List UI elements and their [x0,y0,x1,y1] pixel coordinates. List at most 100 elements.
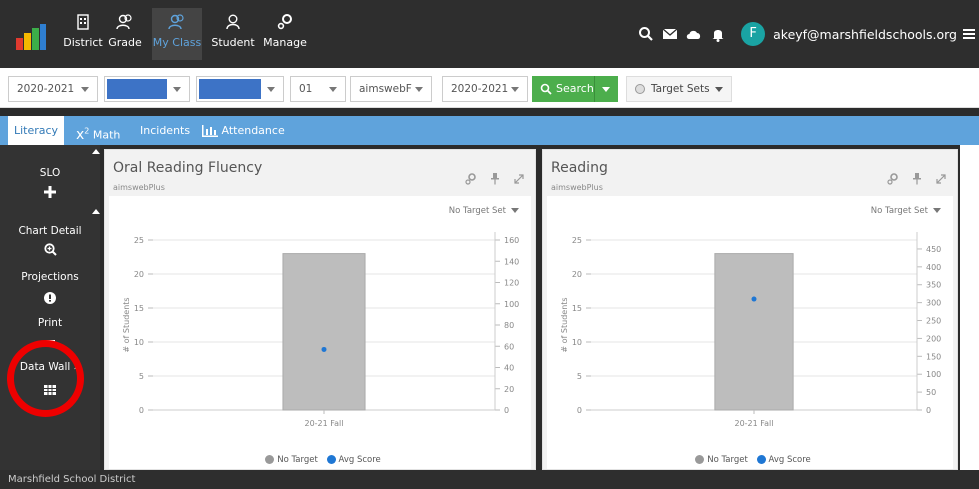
legend-avg-score[interactable]: Avg Score [769,455,811,465]
collapse-arrow-icon[interactable] [92,209,100,214]
rail-chart-detail-label[interactable]: Chart Detail [0,225,100,237]
tab-attendance-label: Attendance [221,124,285,137]
y2-tick-label: 160 [504,236,519,245]
header-right: F akeyf@marshfieldschools.org [631,0,975,68]
app-logo-icon [16,24,46,50]
grade-value: 01 [299,83,313,95]
y2-tick-label: 150 [926,352,941,361]
expand-icon[interactable] [935,173,947,185]
nav-district-label: District [63,36,103,49]
y2-tick-label: 40 [504,364,514,373]
redacted-value [107,79,167,99]
y2-tick-label: 0 [926,406,931,415]
chart-legend: No Target Avg Score [109,455,531,465]
target-sets-button[interactable]: Target Sets [626,76,732,102]
assessment-value: aimswebF [359,83,412,95]
y-tick-label: 10 [572,338,582,347]
y-tick-label: 5 [577,372,582,381]
settings-icon[interactable] [887,173,899,185]
nav-my-class-label: My Class [152,36,202,49]
y-tick-label: 20 [134,270,144,279]
rail-projections-label[interactable]: Projections [0,271,100,283]
point-avg-score [321,346,327,352]
bar-no-target [714,253,794,411]
chevron-down-icon [415,87,423,92]
nav-grade[interactable]: Grade [108,8,142,60]
cloud-icon[interactable] [685,25,703,43]
nav-student[interactable]: Student [210,8,256,60]
chevron-down-icon [173,87,181,92]
tab-incidents[interactable]: Incidents [140,116,190,145]
app-root: District Grade My Class Student Manage F… [0,0,979,489]
y-tick-label: 20 [572,270,582,279]
chart-orf: 0 5 10 15 20 25 0 20 40 60 80 100 120 140 160 # of Stud… [122,232,519,428]
rail-slo-label[interactable]: SLO [0,167,100,179]
y2-tick-label: 60 [504,342,514,351]
tab-math[interactable]: x2 Math [76,116,120,145]
district-select[interactable] [104,76,190,102]
bell-icon[interactable] [709,25,727,43]
nav-my-class[interactable]: My Class [152,8,202,60]
nav-student-label: Student [211,36,255,49]
chevron-down-icon [715,87,723,92]
y2-tick-label: 100 [926,370,941,379]
pin-icon[interactable] [912,173,922,185]
panel-subtitle: aimswebPlus [551,183,603,192]
y-tick-label: 0 [577,406,582,415]
filter-bar: 2020-2021 01 aimswebF 2020-2021 Search T… [0,68,979,108]
y2-tick-label: 250 [926,317,941,326]
panel-tools [887,170,947,189]
assessment-select[interactable]: aimswebF [350,76,432,102]
chevron-down-icon[interactable] [602,87,610,92]
legend-swatch-no-target [265,455,275,464]
chart-legend: No Target Avg Score [547,455,953,465]
y2-tick-label: 0 [504,406,509,415]
rail-print-label[interactable]: Print [0,317,100,329]
point-avg-score [751,296,757,302]
search-button[interactable]: Search [532,76,618,102]
chevron-down-icon [511,87,519,92]
user-email[interactable]: akeyf@marshfieldschools.org [773,27,957,42]
collapse-arrow-icon[interactable] [92,149,100,154]
users-icon [152,8,202,36]
tab-attendance[interactable]: Attendance [202,116,285,145]
plus-icon[interactable] [0,183,100,202]
school-year-select[interactable]: 2020-2021 [8,76,98,102]
y-tick-label: 25 [134,236,144,245]
legend-avg-score[interactable]: Avg Score [339,455,381,465]
hamburger-menu-icon[interactable] [963,28,975,40]
y2-tick-label: 140 [504,257,519,266]
y-tick-label: 10 [134,338,144,347]
y-tick-label: 25 [572,236,582,245]
y2-tick-label: 50 [926,388,936,397]
target-icon [635,84,645,94]
search-button-label: Search [556,82,594,95]
chart-panel-orf: Oral Reading Fluency aimswebPlus No Targ… [104,149,536,470]
search-icon[interactable] [637,25,655,43]
pin-icon[interactable] [490,173,500,185]
legend-no-target[interactable]: No Target [277,455,318,465]
alert-circle-icon[interactable] [0,289,100,308]
zoom-in-icon[interactable] [0,241,100,260]
expand-icon[interactable] [513,173,525,185]
legend-no-target[interactable]: No Target [707,455,748,465]
x-tick-label: 20-21 Fall [734,419,773,428]
y-axis-label: # of Students [560,297,569,352]
tab-literacy-label: Literacy [13,124,59,137]
grade-select[interactable]: 01 [290,76,346,102]
avatar[interactable]: F [741,22,766,46]
legend-swatch-avg-score [756,455,766,464]
footer: Marshfield School District [0,470,979,489]
y2-tick-label: 20 [504,385,514,394]
tab-math-label: Math [92,128,121,142]
tab-literacy[interactable]: Literacy [8,116,64,145]
panel-subtitle: aimswebPlus [113,183,165,192]
envelope-icon[interactable] [661,25,679,43]
nav-district[interactable]: District [60,8,106,60]
school-select[interactable] [196,76,284,102]
period-year-select[interactable]: 2020-2021 [442,76,528,102]
target-sets-label: Target Sets [651,83,710,95]
settings-icon[interactable] [465,173,477,185]
y2-tick-label: 200 [926,334,941,343]
nav-manage[interactable]: Manage [262,8,308,60]
